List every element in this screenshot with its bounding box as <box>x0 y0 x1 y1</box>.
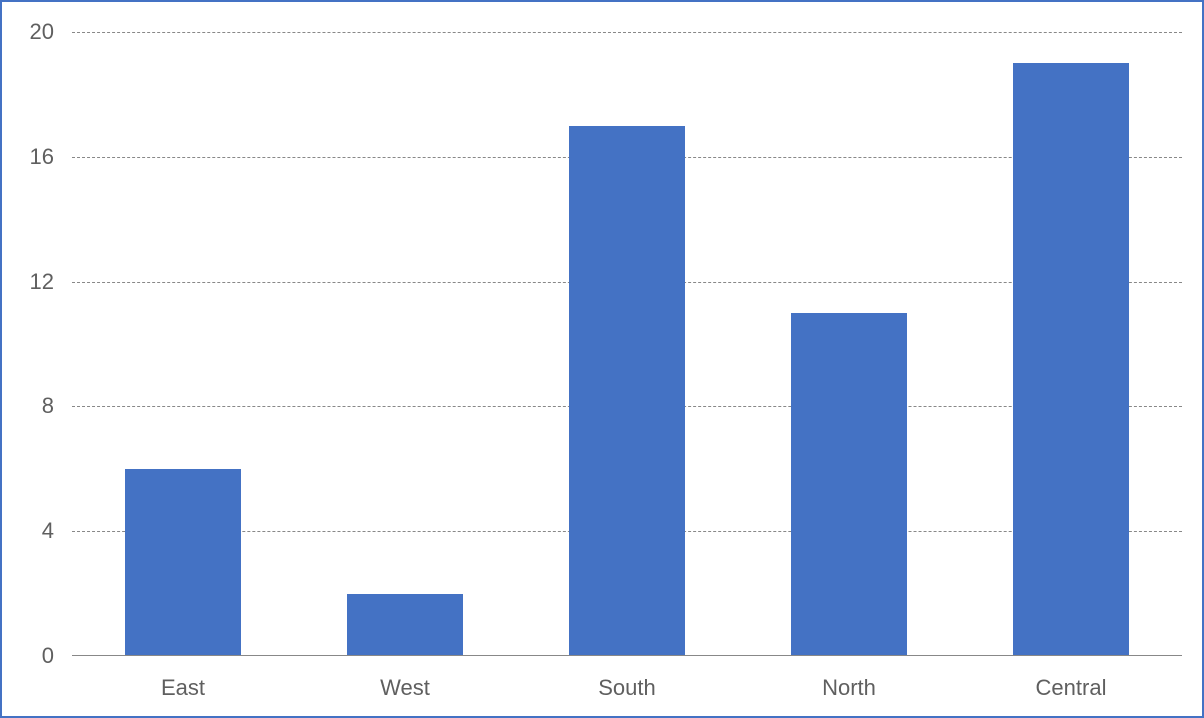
bar-north <box>791 313 906 656</box>
y-tick-label: 4 <box>2 518 54 544</box>
x-tick-label: South <box>598 675 656 701</box>
chart-frame: 0 4 8 12 16 20 East West South North Central <box>0 0 1204 718</box>
bar-west <box>347 594 462 656</box>
bar-south <box>569 126 684 656</box>
x-axis-line <box>72 655 1182 656</box>
y-tick-label: 16 <box>2 144 54 170</box>
y-tick-label: 8 <box>2 393 54 419</box>
y-tick-label: 12 <box>2 269 54 295</box>
x-tick-label: Central <box>1036 675 1107 701</box>
y-tick-label: 0 <box>2 643 54 669</box>
x-tick-label: East <box>161 675 205 701</box>
y-axis: 048121620 <box>2 32 62 656</box>
x-tick-label: North <box>822 675 876 701</box>
bars-container <box>72 32 1182 656</box>
x-tick-label: West <box>380 675 430 701</box>
plot-area <box>72 32 1182 656</box>
x-axis: East West South North Central <box>72 661 1182 716</box>
bar-central <box>1013 63 1128 656</box>
bar-east <box>125 469 240 656</box>
y-tick-label: 20 <box>2 19 54 45</box>
